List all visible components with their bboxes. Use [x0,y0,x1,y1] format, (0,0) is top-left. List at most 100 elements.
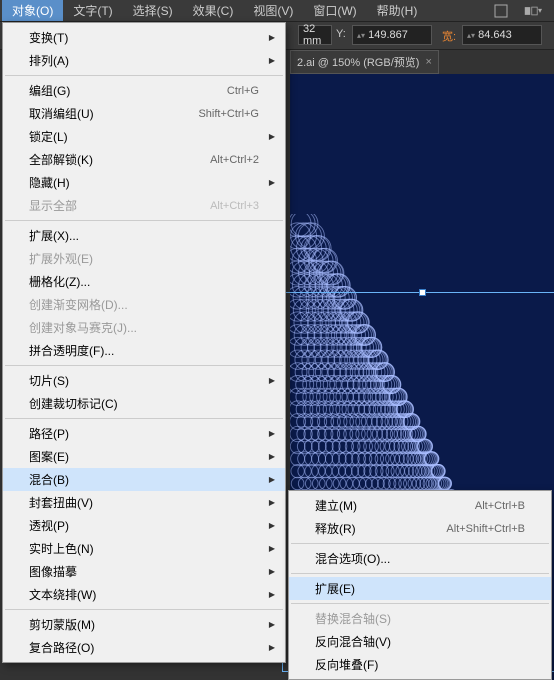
menu-item-label: 建立(M) [315,497,357,514]
menu-item-label: 切片(S) [29,372,69,389]
menu-separator [5,365,283,366]
object-menu-item-25[interactable]: 实时上色(N) [3,537,285,560]
handle-n[interactable] [419,289,426,296]
menu-type[interactable]: 文字(T) [63,0,122,21]
menu-item-label: 取消编组(U) [29,105,94,122]
menu-separator [291,573,549,574]
menu-item-label: 锁定(L) [29,128,68,145]
menu-item-label: 复合路径(O) [29,639,94,656]
menu-shortcut: Alt+Ctrl+3 [210,200,259,212]
object-menu: 变换(T) 排列(A) 编组(G) Ctrl+G 取消编组(U) Shift+Ctrl+G… [2,22,286,663]
menu-effect[interactable]: 效果(C) [183,0,244,21]
object-menu-item-8: 显示全部 Alt+Ctrl+3 [3,194,285,217]
menu-item-label: 隐藏(H) [29,174,70,191]
menu-separator [5,609,283,610]
menu-shortcut: Ctrl+G [227,85,259,97]
menu-item-label: 混合选项(O)... [315,550,390,567]
object-menu-item-23[interactable]: 封套扭曲(V) [3,491,285,514]
menu-item-label: 创建裁切标记(C) [29,395,118,412]
unit-field[interactable]: 32 mm [298,25,332,45]
blend-submenu-item-3[interactable]: 混合选项(O)... [289,547,551,570]
y-label: Y: [336,28,346,40]
menu-item-label: 混合(B) [29,471,69,488]
menu-item-label: 替换混合轴(S) [315,610,391,627]
object-menu-item-1[interactable]: 排列(A) [3,49,285,72]
object-menu-item-0[interactable]: 变换(T) [3,26,285,49]
object-menu-item-12[interactable]: 栅格化(Z)... [3,270,285,293]
blend-submenu: 建立(M) Alt+Ctrl+B 释放(R) Alt+Shift+Ctrl+B 混合选项… [288,490,552,680]
menu-separator [5,220,283,221]
menu-item-label: 文本绕排(W) [29,586,96,603]
object-menu-item-11: 扩展外观(E) [3,247,285,270]
menu-item-label: 全部解锁(K) [29,151,93,168]
menu-item-label: 创建渐变网格(D)... [29,296,128,313]
menu-item-label: 排列(A) [29,52,69,69]
menu-item-label: 栅格化(Z)... [29,273,90,290]
menu-item-label: 扩展(E) [315,580,355,597]
object-menu-item-14: 创建对象马赛克(J)... [3,316,285,339]
object-menu-item-5[interactable]: 锁定(L) [3,125,285,148]
menu-item-label: 剪切蒙版(M) [29,616,95,633]
menu-select[interactable]: 选择(S) [123,0,183,21]
blend-submenu-item-0[interactable]: 建立(M) Alt+Ctrl+B [289,494,551,517]
object-menu-item-10[interactable]: 扩展(X)... [3,224,285,247]
close-icon[interactable]: × [425,56,431,68]
menu-item-label: 实时上色(N) [29,540,94,557]
menu-item-label: 创建对象马赛克(J)... [29,319,137,336]
menu-separator [291,543,549,544]
blend-submenu-item-7: 替换混合轴(S) [289,607,551,630]
menu-shortcut: Alt+Shift+Ctrl+B [446,523,525,535]
menu-item-label: 路径(P) [29,425,69,442]
menu-shortcut: Shift+Ctrl+G [198,108,259,120]
object-menu-item-26[interactable]: 图像描摹 [3,560,285,583]
blend-submenu-item-1[interactable]: 释放(R) Alt+Shift+Ctrl+B [289,517,551,540]
object-menu-item-13: 创建渐变网格(D)... [3,293,285,316]
object-menu-item-24[interactable]: 透视(P) [3,514,285,537]
menu-separator [291,603,549,604]
menu-item-label: 扩展外观(E) [29,250,93,267]
menu-view[interactable]: 视图(V) [243,0,303,21]
menu-shortcut: Alt+Ctrl+B [475,500,525,512]
menu-shortcut: Alt+Ctrl+2 [210,154,259,166]
menu-item-label: 变换(T) [29,29,68,46]
menu-item-label: 图案(E) [29,448,69,465]
object-menu-item-17[interactable]: 切片(S) [3,369,285,392]
object-menu-item-22[interactable]: 混合(B) [3,468,285,491]
menu-window[interactable]: 窗口(W) [303,0,366,21]
menu-item-label: 显示全部 [29,197,77,214]
object-menu-item-7[interactable]: 隐藏(H) [3,171,285,194]
menu-object[interactable]: 对象(O) [2,0,63,21]
menu-item-label: 透视(P) [29,517,69,534]
object-menu-item-20[interactable]: 路径(P) [3,422,285,445]
y-field[interactable]: ▴▾ 149.867 [352,25,432,45]
blend-submenu-item-8[interactable]: 反向混合轴(V) [289,630,551,653]
blend-submenu-item-9[interactable]: 反向堆叠(F) [289,653,551,676]
object-menu-item-18[interactable]: 创建裁切标记(C) [3,392,285,415]
object-menu-item-21[interactable]: 图案(E) [3,445,285,468]
menu-separator [5,418,283,419]
object-menu-item-15[interactable]: 拼合透明度(F)... [3,339,285,362]
object-menu-item-30[interactable]: 复合路径(O) [3,636,285,659]
menu-help[interactable]: 帮助(H) [367,0,428,21]
arrange-icon[interactable]: ▾ [524,4,542,18]
menu-item-label: 反向堆叠(F) [315,656,378,673]
blend-submenu-item-5[interactable]: 扩展(E) [289,577,551,600]
width-field[interactable]: ▴▾ 84.643 [462,25,542,45]
tab-label: 2.ai @ 150% (RGB/预览) [297,54,419,70]
menu-item-label: 图像描摹 [29,563,77,580]
object-menu-item-4[interactable]: 取消编组(U) Shift+Ctrl+G [3,102,285,125]
menu-item-label: 封套扭曲(V) [29,494,93,511]
object-menu-item-6[interactable]: 全部解锁(K) Alt+Ctrl+2 [3,148,285,171]
document-tab[interactable]: 2.ai @ 150% (RGB/预览) × [290,50,439,74]
menu-item-label: 反向混合轴(V) [315,633,391,650]
object-menu-item-29[interactable]: 剪切蒙版(M) [3,613,285,636]
menu-item-label: 释放(R) [315,520,356,537]
width-label: 宽: [442,28,456,44]
menu-item-label: 编组(G) [29,82,70,99]
menu-separator [5,75,283,76]
doc-new-icon[interactable] [492,4,510,18]
menu-item-label: 拼合透明度(F)... [29,342,114,359]
menu-item-label: 扩展(X)... [29,227,79,244]
object-menu-item-3[interactable]: 编组(G) Ctrl+G [3,79,285,102]
object-menu-item-27[interactable]: 文本绕排(W) [3,583,285,606]
